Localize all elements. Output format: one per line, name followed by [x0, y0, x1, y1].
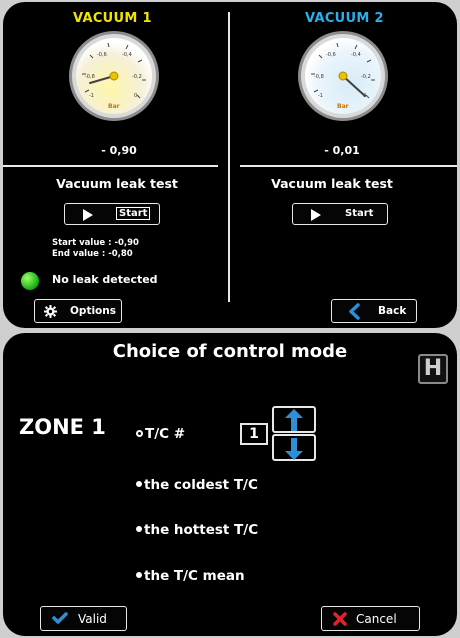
options-label: Options: [70, 305, 116, 317]
decrement-button[interactable]: [272, 434, 316, 461]
vacuum2-unit: Bar: [337, 103, 349, 110]
option-mean[interactable]: the T/C mean: [136, 568, 245, 584]
vacuum1-scale-label: -1: [89, 93, 94, 99]
back-label: Back: [378, 305, 407, 317]
vacuum1-unit: Bar: [108, 103, 120, 110]
control-mode-panel: Choice of control mode H ZONE 1 T/C # 1 …: [3, 333, 457, 636]
cancel-x-icon: [333, 612, 347, 626]
vacuum1-scale-label: 0: [134, 93, 137, 99]
vacuum1-gauge: -0,6 -0,4 -0,8 -0,2 -1 0 Bar: [69, 31, 159, 121]
vacuum2-gauge: -0,6 -0,4 -0,8 -0,2 -1 0 Bar: [298, 31, 388, 121]
options-button[interactable]: Options: [34, 299, 122, 323]
vacuum1-scale-label: -0,8: [85, 74, 95, 80]
vacuum2-hub: [338, 71, 348, 81]
left-start-button[interactable]: Start: [64, 203, 160, 225]
leak-status: No leak detected: [52, 273, 158, 286]
end-value: End value : -0,80: [52, 249, 133, 259]
option-label: the coldest T/C: [144, 477, 258, 493]
right-leak-test-title: Vacuum leak test: [271, 176, 393, 191]
vacuum2-reading: - 0,01: [324, 144, 360, 157]
arrow-down-icon: [285, 438, 303, 460]
radio-icon: [136, 481, 142, 487]
status-led-icon: [21, 272, 39, 290]
back-button[interactable]: Back: [331, 299, 417, 323]
option-label: the T/C mean: [144, 568, 245, 584]
radio-selected-icon: [136, 430, 143, 437]
vacuum1-scale-label: -0,2: [132, 74, 142, 80]
cancel-button[interactable]: Cancel: [321, 606, 420, 631]
increment-button[interactable]: [272, 406, 316, 433]
start-value: Start value : -0,90: [52, 238, 139, 248]
arrow-up-icon: [285, 409, 303, 431]
tc-number-field[interactable]: 1: [240, 423, 268, 445]
h-badge[interactable]: H: [418, 354, 448, 384]
vacuum2-scale-label: -0,6: [326, 52, 336, 58]
cancel-label: Cancel: [356, 612, 397, 626]
vacuum2-title: VACUUM 2: [305, 11, 384, 26]
vacuum2-scale-label: -0,4: [351, 52, 361, 58]
option-coldest[interactable]: the coldest T/C: [136, 477, 258, 493]
valid-button[interactable]: Valid: [40, 606, 127, 631]
control-mode-title: Choice of control mode: [112, 341, 348, 362]
panel-divider: [228, 12, 230, 302]
left-separator: [3, 165, 218, 167]
radio-icon: [136, 526, 142, 532]
option-label: T/C #: [145, 426, 186, 442]
gear-icon: [44, 305, 57, 318]
option-label: the hottest T/C: [144, 522, 259, 538]
vacuum1-title: VACUUM 1: [73, 11, 152, 26]
vacuum1-scale-label: -0,6: [97, 52, 107, 58]
vacuum1-reading: - 0,90: [101, 144, 137, 157]
vacuum2-scale-label: -0,8: [314, 74, 324, 80]
vacuum-panel: VACUUM 1 -0,6 -0,4 -0,8 -0,2 -1 0 Bar -: [3, 2, 457, 328]
right-start-label: Start: [345, 208, 374, 219]
play-icon: [311, 209, 321, 221]
left-start-label: Start: [116, 207, 151, 220]
valid-label: Valid: [78, 612, 107, 626]
right-separator: [240, 165, 457, 167]
right-start-button[interactable]: Start: [292, 203, 388, 225]
vacuum2-scale-label: -0,2: [361, 74, 371, 80]
vacuum2-scale-label: -1: [318, 93, 323, 99]
option-tc-number[interactable]: T/C #: [136, 426, 185, 442]
vacuum1-scale-label: -0,4: [122, 52, 132, 58]
vacuum1-hub: [109, 71, 119, 81]
zone-label: ZONE 1: [19, 415, 106, 439]
play-icon: [83, 209, 93, 221]
left-leak-test-title: Vacuum leak test: [56, 176, 178, 191]
checkmark-icon: [52, 612, 68, 624]
back-arrow-icon: [349, 303, 360, 320]
radio-icon: [136, 572, 142, 578]
option-hottest[interactable]: the hottest T/C: [136, 522, 258, 538]
